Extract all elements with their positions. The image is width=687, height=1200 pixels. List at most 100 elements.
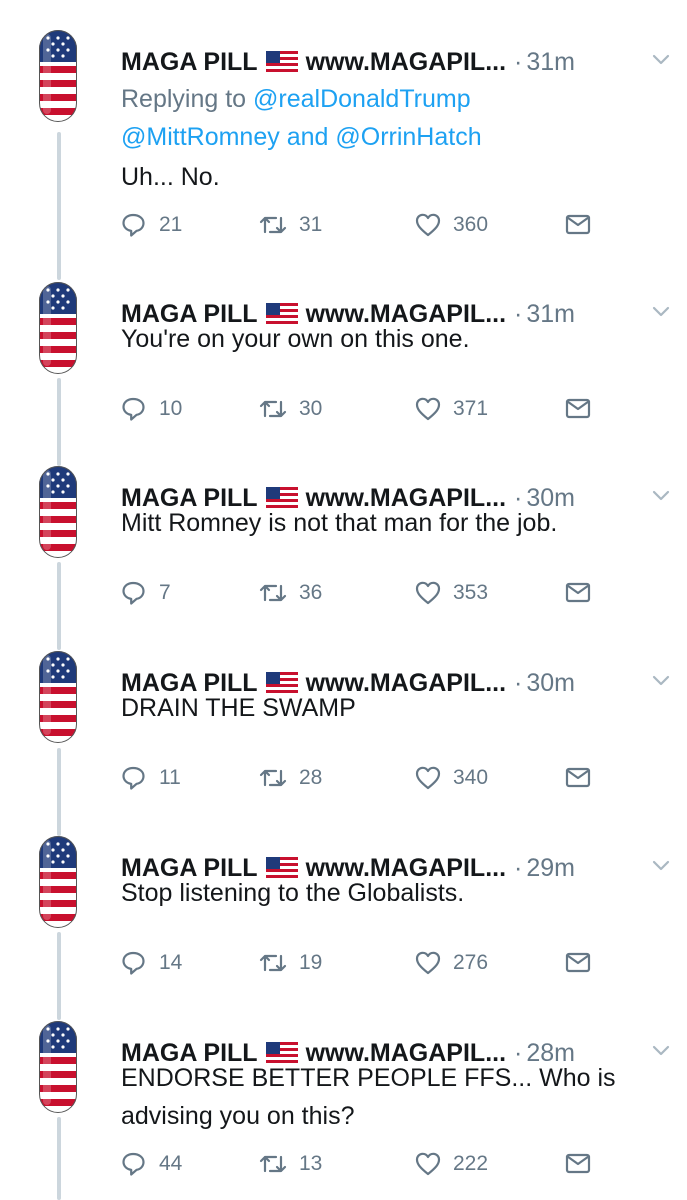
retweet-button[interactable]: 28 xyxy=(259,765,322,791)
pill-flag-avatar-icon[interactable] xyxy=(39,651,77,743)
separator-dot: · xyxy=(514,47,523,76)
dm-button[interactable] xyxy=(565,212,603,238)
retweet-count: 28 xyxy=(299,766,323,789)
retweet-count: 19 xyxy=(299,951,323,974)
dm-icon xyxy=(565,582,591,603)
retweet-icon xyxy=(259,1155,287,1173)
retweet-count: 31 xyxy=(299,213,323,236)
retweet-icon xyxy=(259,584,287,602)
dm-button[interactable] xyxy=(565,950,603,976)
like-count: 353 xyxy=(453,581,489,604)
like-count: 360 xyxy=(453,213,489,236)
retweet-button[interactable]: 19 xyxy=(259,950,322,976)
like-icon xyxy=(415,581,441,605)
pill-flag-avatar-icon[interactable] xyxy=(39,466,77,558)
reply-button[interactable]: 14 xyxy=(121,950,182,976)
pill-flag-avatar-icon[interactable] xyxy=(39,1021,77,1113)
thread-line xyxy=(57,132,61,280)
pill-flag-avatar-icon[interactable] xyxy=(39,282,77,374)
dm-button[interactable] xyxy=(565,396,603,422)
retweet-icon xyxy=(259,954,287,972)
reply-icon xyxy=(122,951,145,975)
reply-button[interactable]: 44 xyxy=(121,1151,182,1177)
retweet-button[interactable]: 31 xyxy=(259,212,322,238)
timestamp[interactable]: 31m xyxy=(526,48,575,77)
tweet-actions: 10 30 371 xyxy=(121,396,601,430)
like-button[interactable]: 360 xyxy=(415,212,488,238)
dm-icon xyxy=(565,398,591,419)
reply-count: 7 xyxy=(159,581,171,604)
dm-button[interactable] xyxy=(565,765,603,791)
mention-link[interactable]: @OrrinHatch xyxy=(335,123,481,151)
thread-line xyxy=(57,1117,61,1200)
display-name[interactable]: MAGA PILL xyxy=(121,48,258,77)
retweet-icon xyxy=(259,400,287,418)
reply-icon xyxy=(122,397,145,421)
reply-count: 44 xyxy=(159,1152,183,1175)
retweet-count: 36 xyxy=(299,581,323,604)
thread-line xyxy=(57,562,61,650)
retweet-button[interactable]: 36 xyxy=(259,580,322,606)
dm-icon xyxy=(565,214,591,235)
like-count: 340 xyxy=(453,766,489,789)
chevron-down-icon[interactable] xyxy=(651,486,671,506)
reply-count: 21 xyxy=(159,213,183,236)
tweet-text-line: advising you on this? xyxy=(121,1102,355,1130)
retweet-button[interactable]: 13 xyxy=(259,1151,322,1177)
reply-context: Replying to @realDonaldTrump @MittRomney… xyxy=(121,80,661,156)
thread-line xyxy=(57,748,61,836)
like-icon xyxy=(415,766,441,790)
chevron-down-icon[interactable] xyxy=(651,50,671,70)
retweet-count: 13 xyxy=(299,1152,323,1175)
reply-button[interactable]: 7 xyxy=(121,580,171,606)
like-icon xyxy=(415,213,441,237)
like-button[interactable]: 340 xyxy=(415,765,488,791)
retweet-button[interactable]: 30 xyxy=(259,396,322,422)
tweet-text: DRAIN THE SWAMP xyxy=(121,694,356,722)
tweet-actions: 21 31 360 xyxy=(121,212,601,246)
chevron-down-icon[interactable] xyxy=(651,302,671,322)
like-count: 276 xyxy=(453,951,489,974)
like-button[interactable]: 353 xyxy=(415,580,488,606)
retweet-icon xyxy=(259,216,287,234)
dm-button[interactable] xyxy=(565,1151,603,1177)
reply-button[interactable]: 21 xyxy=(121,212,182,238)
tweet-text: Mitt Romney is not that man for the job. xyxy=(121,509,558,537)
chevron-down-icon[interactable] xyxy=(651,1041,671,1061)
tweet-text-line: ENDORSE BETTER PEOPLE FFS... Who is xyxy=(121,1064,616,1092)
dm-icon xyxy=(565,952,591,973)
reply-count: 14 xyxy=(159,951,183,974)
chevron-down-icon[interactable] xyxy=(651,671,671,691)
pill-flag-avatar-icon[interactable] xyxy=(39,30,77,122)
reply-count: 10 xyxy=(159,397,183,420)
like-icon xyxy=(415,397,441,421)
like-button[interactable]: 371 xyxy=(415,396,488,422)
like-button[interactable]: 276 xyxy=(415,950,488,976)
pill-flag-avatar-icon[interactable] xyxy=(39,836,77,928)
handle[interactable]: www.MAGAPIL... xyxy=(306,48,506,77)
reply-icon xyxy=(122,766,145,790)
dm-button[interactable] xyxy=(565,580,603,606)
us-flag-icon xyxy=(265,51,298,73)
tweet-actions: 14 19 276 xyxy=(121,950,601,984)
like-count: 371 xyxy=(453,397,489,420)
reply-button[interactable]: 11 xyxy=(121,765,181,791)
like-icon xyxy=(415,1152,441,1176)
thread-line xyxy=(57,932,61,1020)
mention-link[interactable]: @MittRomney xyxy=(121,123,280,151)
like-button[interactable]: 222 xyxy=(415,1151,488,1177)
reply-icon xyxy=(122,581,145,605)
retweet-count: 30 xyxy=(299,397,323,420)
reply-button[interactable]: 10 xyxy=(121,396,182,422)
mention-link[interactable]: @realDonaldTrump xyxy=(253,85,471,113)
tweet-actions: 7 36 353 xyxy=(121,580,601,614)
reply-prefix: Replying to xyxy=(121,85,247,113)
dm-icon xyxy=(565,1153,591,1174)
tweet-text: ENDORSE BETTER PEOPLE FFS... Who is advi… xyxy=(121,1059,666,1135)
tweet-text: Uh... No. xyxy=(121,163,220,191)
dm-icon xyxy=(565,767,591,788)
chevron-down-icon[interactable] xyxy=(651,856,671,876)
retweet-icon xyxy=(259,769,287,787)
thread-line xyxy=(57,378,61,466)
tweet-header: MAGA PILL www.MAGAPIL... · 31m xyxy=(121,42,670,82)
